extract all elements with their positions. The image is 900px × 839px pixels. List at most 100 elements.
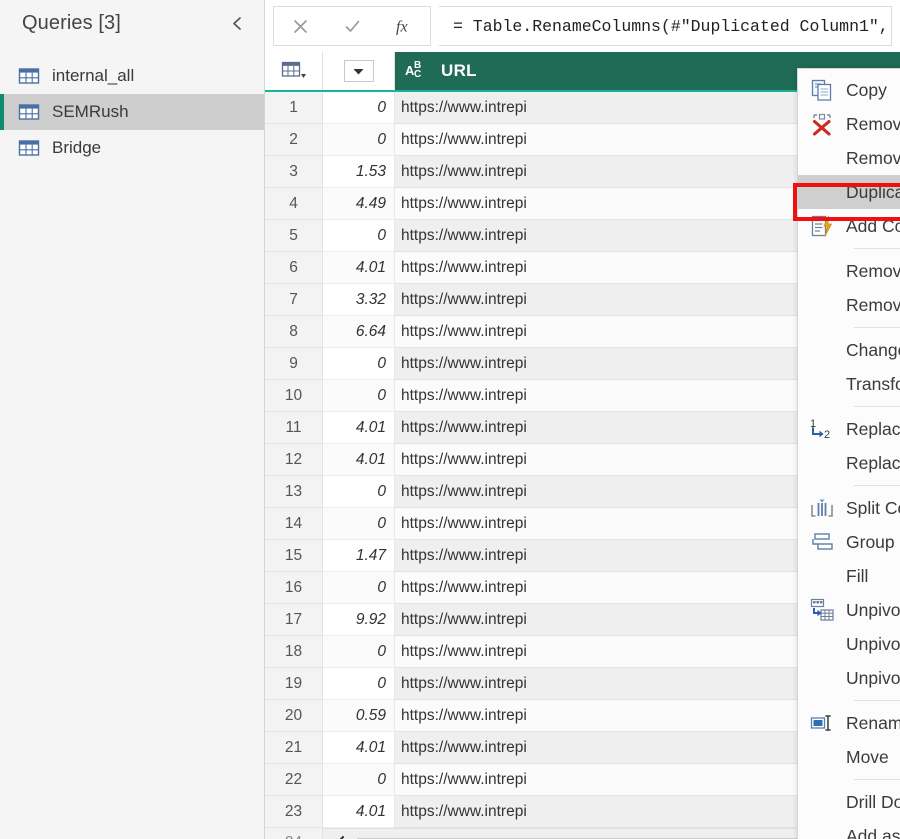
- rename-icon: [798, 712, 846, 734]
- row-number: 21: [265, 732, 323, 764]
- sidebar-item-internal-all[interactable]: internal_all: [0, 58, 264, 94]
- cell-number-value[interactable]: 0: [323, 764, 395, 796]
- menu-item-label: Transform: [846, 373, 900, 394]
- sidebar-item-bridge[interactable]: Bridge: [0, 130, 264, 166]
- table-icon: [18, 139, 40, 157]
- row-number: 5: [265, 220, 323, 252]
- cell-number-value[interactable]: 0: [323, 348, 395, 380]
- column-header-number[interactable]: [323, 52, 395, 90]
- cell-number-value[interactable]: 4.01: [323, 732, 395, 764]
- chevron-down-icon[interactable]: [343, 60, 374, 82]
- menu-item-remove-duplicates[interactable]: Remove Duplicates: [798, 254, 900, 288]
- menu-item-label: Split Column: [846, 497, 900, 518]
- row-number: 9: [265, 348, 323, 380]
- group-by-icon: [798, 531, 846, 553]
- menu-item-fill[interactable]: Fill: [798, 559, 900, 593]
- menu-item-transform[interactable]: Transform: [798, 367, 900, 401]
- cell-number-value[interactable]: 4.01: [323, 444, 395, 476]
- menu-separator: [854, 779, 900, 780]
- menu-item-label: Unpivot Other Columns: [846, 633, 900, 654]
- sidebar-item-semrush[interactable]: SEMRush: [0, 94, 264, 130]
- table-select-icon[interactable]: [265, 52, 323, 90]
- sidebar-item-label: SEMRush: [52, 102, 129, 121]
- menu-item-add-column-from-examples[interactable]: Add Column From Examples...: [798, 209, 900, 243]
- row-number: 1: [265, 92, 323, 124]
- cell-number-value[interactable]: 4.01: [323, 412, 395, 444]
- menu-item-label: Remove Errors: [846, 294, 900, 315]
- row-number: 24: [265, 828, 323, 839]
- cell-number-value[interactable]: 0: [323, 668, 395, 700]
- cell-number-value[interactable]: 0: [323, 572, 395, 604]
- menu-item-remove-errors[interactable]: Remove Errors: [798, 288, 900, 322]
- replace-values-icon: 1 2: [798, 417, 846, 441]
- cell-number-value[interactable]: 4.01: [323, 796, 395, 828]
- menu-item-change-type[interactable]: Change Type: [798, 333, 900, 367]
- close-icon[interactable]: [274, 7, 326, 45]
- row-number: 18: [265, 636, 323, 668]
- cell-number-value[interactable]: 3.32: [323, 284, 395, 316]
- cell-number-value[interactable]: 4.01: [323, 252, 395, 284]
- row-number: 22: [265, 764, 323, 796]
- menu-item-label: Replace Errors...: [846, 452, 900, 473]
- menu-item-split-column[interactable]: Split Column: [798, 491, 900, 525]
- fx-icon[interactable]: fx: [378, 7, 430, 45]
- menu-item-label: Copy: [846, 79, 887, 100]
- table-icon: [18, 103, 40, 121]
- menu-item-replace-values[interactable]: 1 2 Replace Values...: [798, 412, 900, 446]
- menu-item-remove[interactable]: Remove: [798, 107, 900, 141]
- menu-item-label: Add as New Query: [846, 825, 900, 839]
- cell-number-value[interactable]: 1.53: [323, 156, 395, 188]
- row-number: 14: [265, 508, 323, 540]
- chevron-left-icon[interactable]: [224, 10, 250, 36]
- check-icon[interactable]: [326, 7, 378, 45]
- cell-number-value[interactable]: 9.92: [323, 604, 395, 636]
- menu-item-label: Move: [846, 746, 889, 767]
- abc-text-type-icon: A B C: [405, 58, 431, 85]
- menu-item-group-by[interactable]: Group By...: [798, 525, 900, 559]
- formula-input[interactable]: = Table.RenameColumns(#"Duplicated Colum…: [439, 6, 892, 46]
- cell-number-value[interactable]: 0: [323, 220, 395, 252]
- menu-item-move[interactable]: Move: [798, 740, 900, 774]
- unpivot-columns-icon: [798, 598, 846, 622]
- menu-item-label: Unpivot Columns: [846, 599, 900, 620]
- add-column-examples-icon: [798, 214, 846, 238]
- queries-pane-header: Queries [3]: [0, 0, 264, 46]
- cell-number-value[interactable]: 6.64: [323, 316, 395, 348]
- menu-item-label: Replace Values...: [846, 418, 900, 439]
- menu-item-replace-errors[interactable]: Replace Errors...: [798, 446, 900, 480]
- menu-item-unpivot-columns[interactable]: Unpivot Columns: [798, 593, 900, 627]
- cell-number-value[interactable]: 0: [323, 92, 395, 124]
- cell-number-value[interactable]: 0: [323, 380, 395, 412]
- menu-item-unpivot-only-selected-columns[interactable]: Unpivot Only Selected Columns: [798, 661, 900, 695]
- power-query-editor: Queries [3] internal_all SEMRush Bridge …: [0, 0, 900, 839]
- cell-number-value[interactable]: 1.47: [323, 540, 395, 572]
- row-number: 2: [265, 124, 323, 156]
- menu-item-label: Rename...: [846, 712, 900, 733]
- row-number: 20: [265, 700, 323, 732]
- cell-number-value[interactable]: 0: [323, 476, 395, 508]
- chevron-left-icon[interactable]: [323, 829, 357, 839]
- menu-separator: [854, 485, 900, 486]
- menu-item-label: Remove Duplicates: [846, 260, 900, 281]
- copy-icon: [798, 78, 846, 102]
- menu-item-drill-down[interactable]: Drill Down: [798, 785, 900, 819]
- menu-item-duplicate-column[interactable]: Duplicate Column: [798, 175, 900, 209]
- formula-bar-buttons: fx: [273, 6, 431, 46]
- row-number: 4: [265, 188, 323, 220]
- cell-number-value[interactable]: 0: [323, 508, 395, 540]
- formula-bar: fx = Table.RenameColumns(#"Duplicated Co…: [265, 0, 900, 52]
- menu-item-rename[interactable]: Rename...: [798, 706, 900, 740]
- sidebar-item-label: Bridge: [52, 138, 102, 157]
- main-area: fx = Table.RenameColumns(#"Duplicated Co…: [265, 0, 900, 839]
- menu-item-remove-other-columns[interactable]: Remove Other Columns: [798, 141, 900, 175]
- menu-separator: [854, 700, 900, 701]
- menu-item-add-as-new-query[interactable]: Add as New Query: [798, 819, 900, 839]
- cell-number-value[interactable]: 0: [323, 124, 395, 156]
- menu-item-unpivot-other-columns[interactable]: Unpivot Other Columns: [798, 627, 900, 661]
- cell-number-value[interactable]: 4.49: [323, 188, 395, 220]
- cell-number-value[interactable]: 0.59: [323, 700, 395, 732]
- cell-number-value[interactable]: 0: [323, 636, 395, 668]
- queries-title: Queries [3]: [22, 11, 121, 34]
- column-context-menu: Copy Remove Remove Other Columns Duplicate…: [797, 68, 900, 839]
- menu-item-copy[interactable]: Copy: [798, 73, 900, 107]
